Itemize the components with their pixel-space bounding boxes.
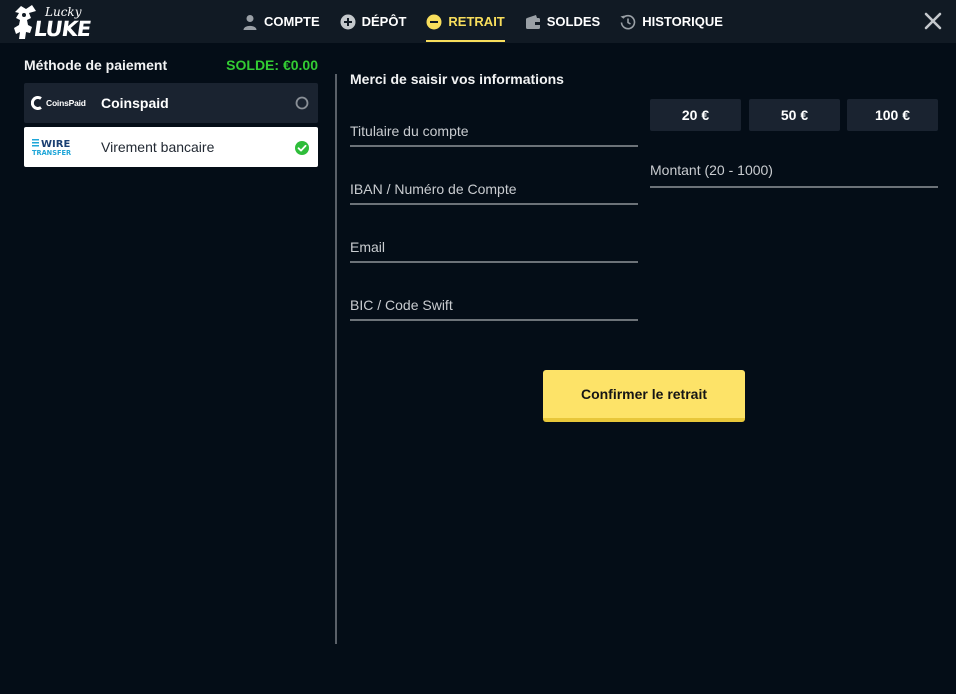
user-icon [243,14,257,30]
payment-method-title: Méthode de paiement [24,57,168,73]
coinspaid-icon [31,96,42,110]
iban-field[interactable]: IBAN / Numéro de Compte [350,175,638,205]
wallet-icon [525,14,540,29]
main-nav: COMPTE DÉPÔT RETRAIT SOLDES HISTORIQUE [242,0,743,43]
plus-circle-icon [340,14,356,29]
account-holder-field[interactable]: Titulaire du compte [350,117,638,147]
minus-circle-icon [426,14,442,29]
tab-historique[interactable]: HISTORIQUE [620,0,723,43]
balance-label: SOLDE: €0.00 [226,57,318,73]
tab-compte[interactable]: COMPTE [242,0,320,43]
method-name-virement: Virement bancaire [101,139,215,155]
amount-input[interactable]: Montant (20 - 1000) [650,158,938,188]
tab-depot[interactable]: DÉPÔT [340,0,407,43]
tab-soldes-label: SOLDES [546,14,601,29]
close-icon [924,12,942,30]
payment-method-coinspaid[interactable]: CoinsPaid Coinspaid [24,83,318,123]
coinspaid-logo-text: CoinsPaid [46,98,86,108]
wire-transfer-icon: WIRE TRANSFER [32,139,71,157]
close-button[interactable] [922,10,944,32]
email-field[interactable]: Email [350,233,638,263]
coinspaid-logo: CoinsPaid [31,96,93,110]
payment-method-virement-bancaire[interactable]: WIRE TRANSFER Virement bancaire [24,127,318,167]
form-title: Merci de saisir vos informations [350,71,564,87]
check-circle-icon[interactable] [295,141,309,155]
history-icon [620,14,636,29]
method-name-coinspaid: Coinspaid [101,95,169,111]
tab-historique-label: HISTORIQUE [642,14,723,29]
tab-retrait-label: RETRAIT [448,14,505,29]
top-bar: Lucky LUKE COMPTE DÉPÔT RETRAIT SOLDES H… [0,0,956,43]
tab-retrait[interactable]: RETRAIT [426,0,506,43]
radio-unselected-icon[interactable] [295,96,309,110]
panel-divider [335,74,337,644]
amount-preset-50[interactable]: 50 € [749,99,840,131]
tab-compte-label: COMPTE [264,14,320,29]
tab-soldes[interactable]: SOLDES [525,0,600,43]
brand-logo[interactable]: Lucky LUKE [12,3,92,41]
payment-method-header: Méthode de paiement SOLDE: €0.00 [24,55,318,75]
wire-logo-text-bottom: TRANSFER [32,149,71,157]
confirm-withdrawal-button[interactable]: Confirmer le retrait [543,370,745,422]
payment-method-panel: Méthode de paiement SOLDE: €0.00 CoinsPa… [24,55,318,171]
bic-swift-field[interactable]: BIC / Code Swift [350,291,638,321]
wire-transfer-logo: WIRE TRANSFER [31,137,93,157]
amount-preset-100[interactable]: 100 € [847,99,938,131]
amount-preset-20[interactable]: 20 € [650,99,741,131]
tab-depot-label: DÉPÔT [361,14,407,29]
logo-text-bottom: LUKE [32,17,92,41]
